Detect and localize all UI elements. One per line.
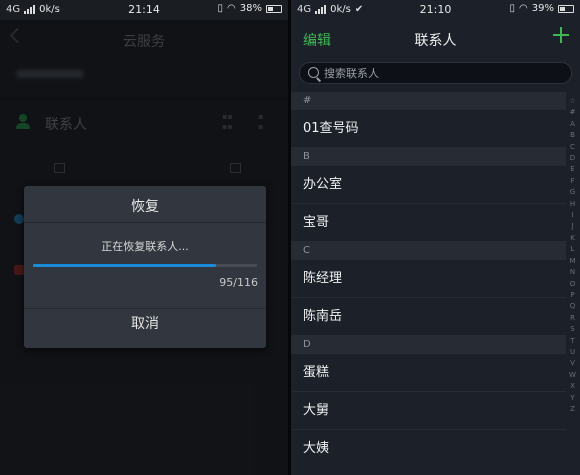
index-letter[interactable]: M	[567, 256, 578, 267]
restore-dialog: 恢复 正在恢复联系人... 95/116 取消	[24, 186, 266, 348]
status-bar: 4G 0k/s 21:14 ▯ ◠ 38%	[0, 0, 288, 20]
index-letter[interactable]: F	[567, 176, 578, 187]
index-letter[interactable]: I	[567, 210, 578, 221]
index-letter[interactable]: S	[567, 324, 578, 335]
search-input[interactable]	[324, 65, 554, 81]
vibrate-icon: ▯	[509, 2, 516, 14]
status-right: ▯ ◠ 39%	[510, 3, 574, 14]
contact-item[interactable]: 蛋糕	[291, 354, 566, 392]
page-title: 联系人	[414, 33, 457, 49]
index-letter[interactable]: P	[567, 290, 578, 301]
battery-icon	[558, 4, 574, 13]
index-letter[interactable]: C	[567, 142, 578, 153]
index-letter[interactable]: A	[567, 119, 578, 130]
nav-bar: 编辑 联系人	[291, 22, 580, 56]
contact-item[interactable]: 01查号码	[291, 110, 566, 148]
index-letter[interactable]: E	[567, 164, 578, 175]
divider	[24, 308, 266, 309]
search-bar[interactable]	[299, 62, 572, 84]
divider	[24, 222, 266, 223]
plus-icon[interactable]	[552, 26, 570, 44]
contact-item[interactable]: 办公室	[291, 166, 566, 204]
contact-item[interactable]: 大姨	[291, 430, 566, 468]
index-letter[interactable]: B	[567, 130, 578, 141]
index-letter[interactable]: J	[567, 221, 578, 232]
section-header: D	[291, 336, 566, 354]
dialog-message: 正在恢复联系人...	[101, 240, 189, 253]
section-header: B	[291, 148, 566, 166]
index-letter[interactable]: K	[567, 233, 578, 244]
wifi-icon: ◠	[519, 2, 528, 14]
index-letter[interactable]: Z	[567, 404, 578, 415]
section-header: C	[291, 242, 566, 260]
contact-item[interactable]: 陈经理	[291, 260, 566, 298]
alphabet-index[interactable]: ☆ # A B C D E F G H I J K L M N O P Q R S T U V W X Y Z	[567, 96, 578, 415]
contact-list: # 01查号码 B 办公室 宝哥 C 陈经理 陈南岳 D 蛋糕 大舅 大姨	[291, 92, 566, 468]
index-letter[interactable]: V	[567, 358, 578, 369]
index-letter[interactable]: X	[567, 381, 578, 392]
section-header: #	[291, 92, 566, 110]
progress-bar	[33, 264, 257, 267]
left-phone-screen: 4G 0k/s 21:14 ▯ ◠ 38% 云服务 联系人 ▪▪ ▪▪ ▪ ▪ 恢复…	[0, 0, 288, 475]
index-letter[interactable]: T	[567, 336, 578, 347]
index-letter[interactable]: ☆	[567, 96, 578, 107]
index-letter[interactable]: G	[567, 187, 578, 198]
index-letter[interactable]: R	[567, 313, 578, 324]
contact-item[interactable]: 陈南岳	[291, 298, 566, 336]
index-letter[interactable]: Q	[567, 301, 578, 312]
progress-fill	[33, 264, 217, 267]
battery-percent: 39%	[531, 3, 554, 14]
battery-percent: 38%	[239, 3, 262, 14]
index-letter[interactable]: #	[567, 107, 578, 118]
contact-item[interactable]: 大舅	[291, 392, 566, 430]
index-letter[interactable]: O	[567, 279, 578, 290]
search-icon	[308, 67, 319, 78]
wifi-icon: ◠	[227, 2, 236, 14]
index-letter[interactable]: W	[567, 370, 578, 381]
status-right: ▯ ◠ 38%	[218, 3, 282, 14]
battery-icon	[266, 4, 282, 13]
cancel-button[interactable]: 取消	[24, 310, 266, 346]
progress-count: 95/116	[219, 276, 258, 289]
index-letter[interactable]: L	[567, 244, 578, 255]
status-bar: 4G 0k/s ✔ 21:10 ▯ ◠ 39%	[291, 0, 580, 20]
contact-item[interactable]: 宝哥	[291, 204, 566, 242]
vibrate-icon: ▯	[217, 2, 224, 14]
right-phone-screen: 4G 0k/s ✔ 21:10 ▯ ◠ 39% 编辑 联系人 # 01查号码 B…	[291, 0, 580, 475]
index-letter[interactable]: Y	[567, 393, 578, 404]
dialog-title: 恢复	[131, 199, 159, 215]
index-letter[interactable]: H	[567, 199, 578, 210]
index-letter[interactable]: U	[567, 347, 578, 358]
index-letter[interactable]: N	[567, 267, 578, 278]
index-letter[interactable]: D	[567, 153, 578, 164]
